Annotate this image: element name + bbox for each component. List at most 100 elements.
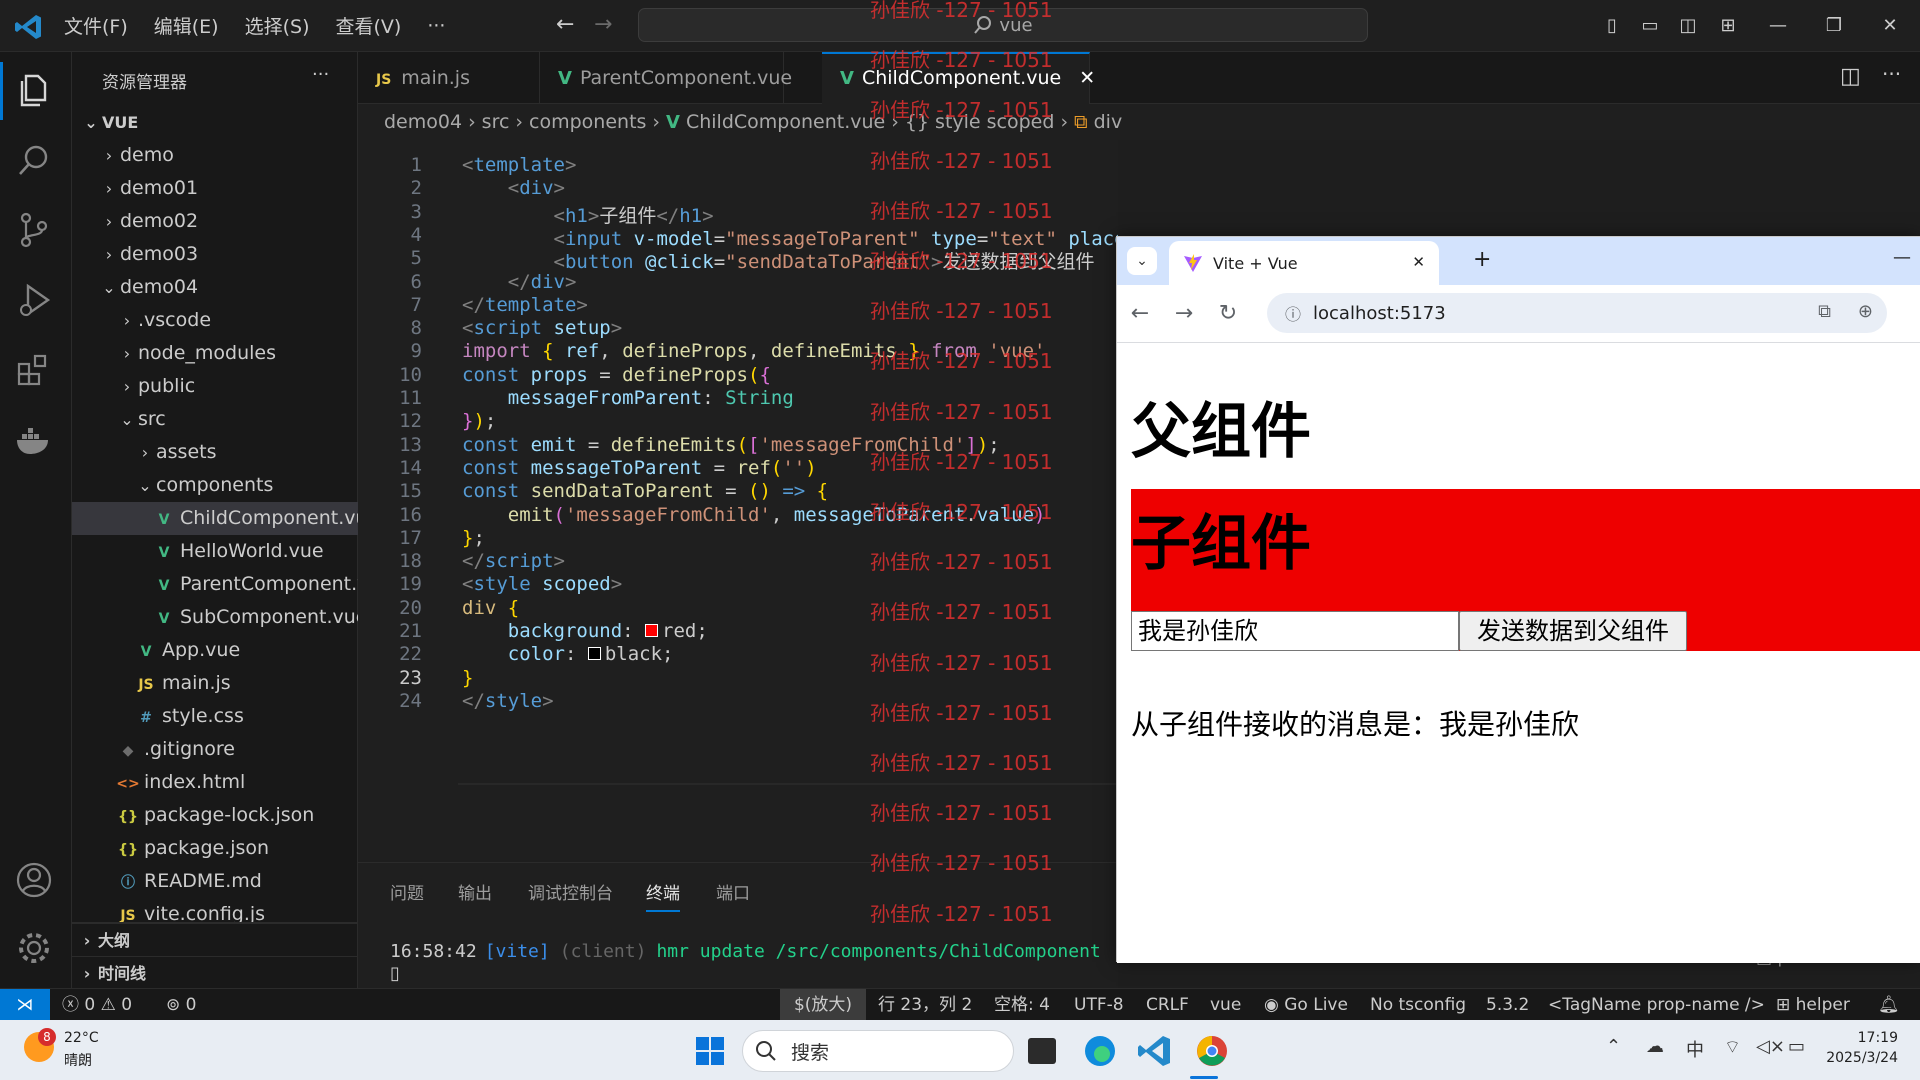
menu-more[interactable]: ··· [427,15,445,37]
file-tree-item[interactable]: › demo01 [72,172,358,205]
terminal-app-icon[interactable] [1020,1030,1064,1072]
file-tree-item[interactable]: ⌄ demo04 [72,271,358,304]
vscode-logo-icon[interactable] [14,12,44,42]
file-tree-item[interactable]: JS main.js [72,667,358,700]
browser-tab[interactable]: Vite + Vue ✕ [1169,241,1439,285]
breadcrumb-item[interactable]: ChildComponent.vue [686,111,885,133]
zoom-icon[interactable]: ⊕ [1858,301,1873,322]
message-input[interactable]: 我是孙佳欣 [1131,611,1459,651]
zoom-status[interactable]: $(放大) [780,989,866,1021]
restore-icon[interactable]: ❐ [1818,10,1850,42]
close-icon[interactable]: ✕ [1874,10,1906,42]
toggle-secondary-sidebar-icon[interactable]: ◫ [1672,10,1704,42]
clock-time[interactable]: 17:19 [1832,1030,1898,1046]
file-tree-item[interactable]: ⓘ README.md [72,865,358,898]
edge-icon[interactable] [1078,1030,1122,1072]
tab-main-js[interactable]: JS main.js [358,52,540,104]
menu-edit[interactable]: 编辑(E) [154,12,219,39]
file-tree-item[interactable]: › assets [72,436,358,469]
browser-back-icon[interactable]: ← [1125,299,1155,329]
indentation-status[interactable]: 空格: 4 [994,989,1050,1021]
file-tree-item[interactable]: ⌄ src [72,403,358,436]
toggle-panel-icon[interactable]: ▭ [1634,10,1666,42]
panel-tab-debug-console[interactable]: 调试控制台 [528,879,613,904]
more-actions-icon[interactable]: ··· [1882,62,1901,86]
breadcrumb-item[interactable]: src [482,111,510,133]
eol-status[interactable]: CRLF [1146,989,1189,1021]
file-tree-item[interactable]: › .vscode [72,304,358,337]
chevron-up-icon[interactable]: ⌃ [1606,1036,1621,1057]
encoding-status[interactable]: UTF-8 [1074,989,1124,1021]
tsconfig-status[interactable]: No tsconfig [1370,989,1466,1021]
cursor-position[interactable]: 行 23，列 2 [878,989,972,1021]
go-live-button[interactable]: ◉ Go Live [1264,989,1348,1021]
toggle-sidebar-icon[interactable]: ▯ [1596,10,1628,42]
file-tree-item[interactable]: › demo02 [72,205,358,238]
address-bar[interactable]: ⓘ localhost:5173 ⊕ ⧉ [1267,293,1887,333]
source-control-icon[interactable] [14,210,58,254]
browser-reload-icon[interactable]: ↻ [1213,299,1243,329]
language-status[interactable]: vue [1210,989,1241,1021]
file-tree-item[interactable]: › demo03 [72,238,358,271]
file-tree-item[interactable]: › demo [72,139,358,172]
file-tree-item[interactable]: › node_modules [72,337,358,370]
bell-icon[interactable]: 🔔︎ [1878,989,1900,1021]
workspace-root[interactable]: ⌄ VUE [72,106,358,139]
menu-selection[interactable]: 选择(S) [245,12,310,39]
file-tree-item[interactable]: V ChildComponent.vue [72,502,379,535]
wifi-icon[interactable]: ⌔ [1724,1036,1741,1059]
search-icon[interactable] [14,140,58,184]
file-tree-item[interactable]: <> index.html [72,766,358,799]
file-tree-item[interactable]: ◆ .gitignore [72,733,358,766]
site-info-icon[interactable]: ⓘ [1285,301,1301,325]
remote-icon[interactable]: ⋊ [0,989,50,1021]
panel-tab-terminal[interactable]: 终端 [646,879,680,912]
problems-status[interactable]: ⓧ 0 ⚠ 0 [62,989,132,1021]
vscode-taskbar-icon[interactable] [1134,1030,1178,1072]
minimize-icon[interactable]: — [1762,10,1794,42]
file-tree-item[interactable]: V App.vue [72,634,358,667]
version-status[interactable]: 5.3.2 [1486,989,1529,1021]
explorer-more-icon[interactable]: ··· [312,64,329,85]
file-tree-item[interactable]: # style.css [72,700,358,733]
forward-arrow-icon[interactable]: → [594,12,612,37]
file-tree-item[interactable]: V HelloWorld.vue [72,535,358,568]
browser-forward-icon[interactable]: → [1169,299,1199,329]
tab-search-chevron-icon[interactable]: ⌄ [1127,247,1157,275]
customize-layout-icon[interactable]: ⊞ [1712,10,1744,42]
docker-icon[interactable] [14,420,58,464]
weather-temp[interactable]: 22°C [64,1030,99,1046]
split-editor-icon[interactable]: ◫ [1840,64,1861,89]
breadcrumb-item[interactable]: demo04 [384,111,462,133]
breadcrumb-item[interactable]: div [1094,111,1123,133]
panel-tab-problems[interactable]: 问题 [390,879,424,904]
file-tree-item[interactable]: {} package-lock.json [72,799,358,832]
close-icon[interactable]: ✕ [1079,67,1095,89]
breadcrumb-item[interactable]: components [529,111,646,133]
accounts-icon[interactable] [14,860,58,904]
cloud-icon[interactable]: ☁ [1646,1036,1664,1057]
battery-icon[interactable]: ▭ [1788,1036,1805,1057]
panel-tab-output[interactable]: 输出 [458,879,492,904]
extensions-icon[interactable] [14,350,58,394]
ime-indicator[interactable]: 中 [1686,1036,1704,1062]
tab-parent-component[interactable]: V ParentComponent.vue [540,52,792,104]
new-tab-icon[interactable]: + [1473,247,1491,272]
explorer-icon[interactable] [14,70,58,114]
file-tree-item[interactable]: › public [72,370,358,403]
menu-view[interactable]: 查看(V) [336,12,402,39]
taskbar-search[interactable]: 搜索 [742,1030,1014,1072]
helper-status[interactable]: ⊞ helper [1776,989,1850,1021]
file-tree-item[interactable]: ⌄ components [72,469,358,502]
browser-minimize-icon[interactable]: — [1893,247,1911,268]
windows-start-icon[interactable] [688,1030,732,1072]
run-debug-icon[interactable] [14,280,58,324]
file-tree-item[interactable]: V ParentComponent.vue [72,568,393,601]
outline-section[interactable]: › 大纲 [72,924,358,957]
file-tree-item[interactable]: {} package.json [72,832,358,865]
translate-icon[interactable]: ⧉ [1818,301,1831,322]
close-tab-icon[interactable]: ✕ [1412,253,1425,271]
gear-icon[interactable] [14,928,58,972]
volume-mute-icon[interactable]: ◁× [1756,1036,1785,1057]
panel-tab-ports[interactable]: 端口 [716,879,750,904]
